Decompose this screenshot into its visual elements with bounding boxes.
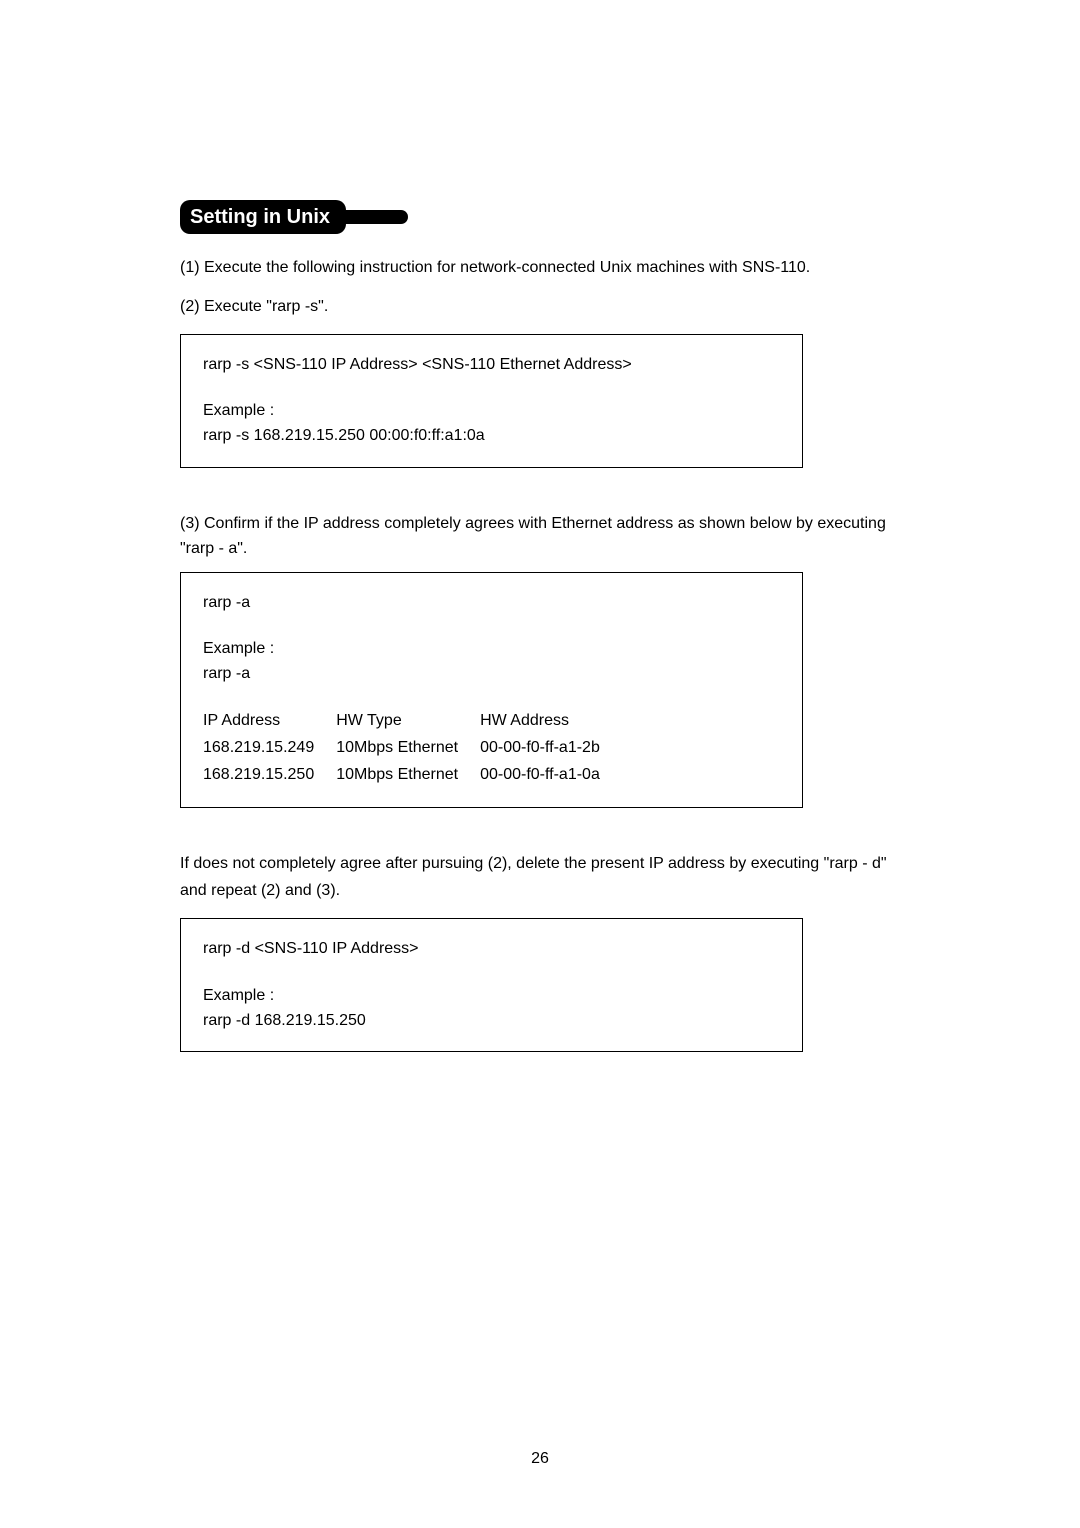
table-cell: 00-00-f0-ff-a1-2b [480,736,622,763]
table-cell: 00-00-f0-ff-a1-0a [480,763,622,790]
table-header-cell: HW Type [336,709,480,736]
page-number: 26 [0,1450,1080,1468]
note-line-1: If does not completely agree after pursu… [180,852,900,877]
code-line: rarp -a [203,662,780,687]
code-box-rarp-d: rarp -d <SNS-110 IP Address> Example : r… [180,918,803,1052]
table-cell: 10Mbps Ethernet [336,763,480,790]
heading-tail-shape [346,210,408,224]
code-line: rarp -d 168.219.15.250 [203,1009,780,1034]
note-line-2: and repeat (2) and (3). [180,879,900,904]
step-2-text: (2) Execute "rarp -s". [180,295,900,320]
code-line: Example : [203,399,780,424]
table-cell: 168.219.15.249 [203,736,336,763]
code-line: Example : [203,637,780,662]
table-row: 168.219.15.250 10Mbps Ethernet 00-00-f0-… [203,763,622,790]
code-line: rarp -s 168.219.15.250 00:00:f0:ff:a1:0a [203,424,780,449]
code-line: rarp -d <SNS-110 IP Address> [203,937,780,962]
table-header-cell: IP Address [203,709,336,736]
code-box-rarp-a: rarp -a Example : rarp -a IP Address HW … [180,572,803,809]
code-line: rarp -a [203,591,780,616]
step-3-text: (3) Confirm if the IP address completely… [180,512,900,562]
table-cell: 10Mbps Ethernet [336,736,480,763]
table-row: 168.219.15.249 10Mbps Ethernet 00-00-f0-… [203,736,622,763]
heading-pill: Setting in Unix [180,200,346,234]
table-header-cell: HW Address [480,709,622,736]
table-cell: 168.219.15.250 [203,763,336,790]
document-page: Setting in Unix (1) Execute the followin… [0,0,1080,1528]
code-box-rarp-s: rarp -s <SNS-110 IP Address> <SNS-110 Et… [180,334,803,468]
step-1-text: (1) Execute the following instruction fo… [180,256,900,281]
rarp-a-output-table: IP Address HW Type HW Address 168.219.15… [203,709,622,789]
code-line: Example : [203,984,780,1009]
section-heading: Setting in Unix [180,200,346,256]
code-line: rarp -s <SNS-110 IP Address> <SNS-110 Et… [203,353,780,378]
table-header-row: IP Address HW Type HW Address [203,709,622,736]
heading-text: Setting in Unix [190,206,330,228]
